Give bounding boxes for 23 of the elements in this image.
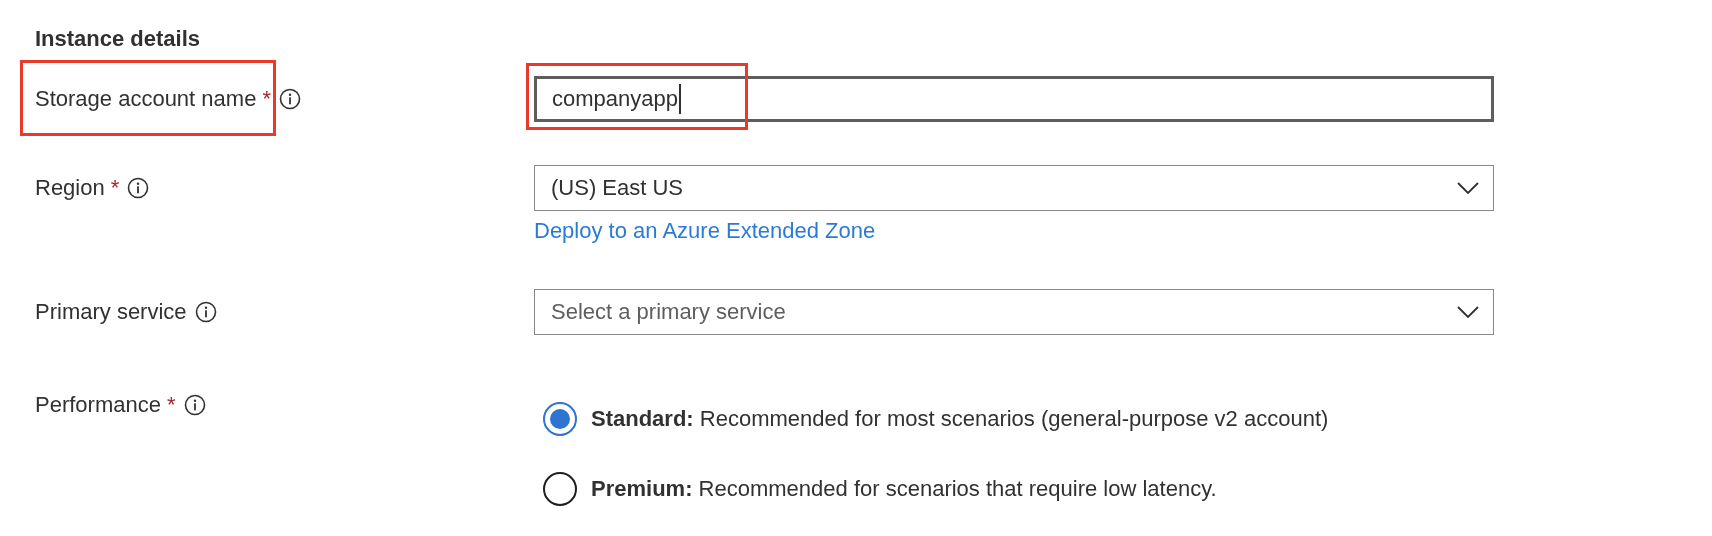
field-label: Performance: [35, 391, 161, 419]
required-mark: *: [166, 391, 176, 419]
section-title: Instance details: [35, 25, 202, 53]
radio-label: Premium: Recommended for scenarios that require low latency.: [591, 475, 1217, 503]
dropdown[interactable]: (US) East US: [534, 165, 1494, 211]
text-cursor: [679, 84, 681, 114]
info-icon[interactable]: [278, 88, 301, 110]
dropdown[interactable]: Select a primary service: [534, 289, 1494, 335]
field-label: Region: [35, 174, 105, 202]
chevron-down-icon: [1457, 306, 1479, 318]
field-label: Storage account name: [35, 85, 257, 113]
required-mark: *: [262, 85, 271, 113]
chevron-down-icon: [1457, 182, 1479, 194]
info-icon[interactable]: [127, 177, 150, 199]
required-mark: *: [110, 174, 120, 202]
radio-button[interactable]: [543, 402, 577, 436]
info-icon[interactable]: [183, 394, 206, 416]
info-icon[interactable]: [194, 301, 217, 323]
input-field[interactable]: companyapp: [534, 76, 1494, 122]
field-label: Primary service: [35, 298, 187, 326]
radio-label: Standard: Recommended for most scenarios (general-purpose v2 account): [591, 405, 1329, 433]
zone-link[interactable]: Deploy to an Azure Extended Zone: [534, 217, 876, 245]
radio-button[interactable]: [543, 472, 577, 506]
